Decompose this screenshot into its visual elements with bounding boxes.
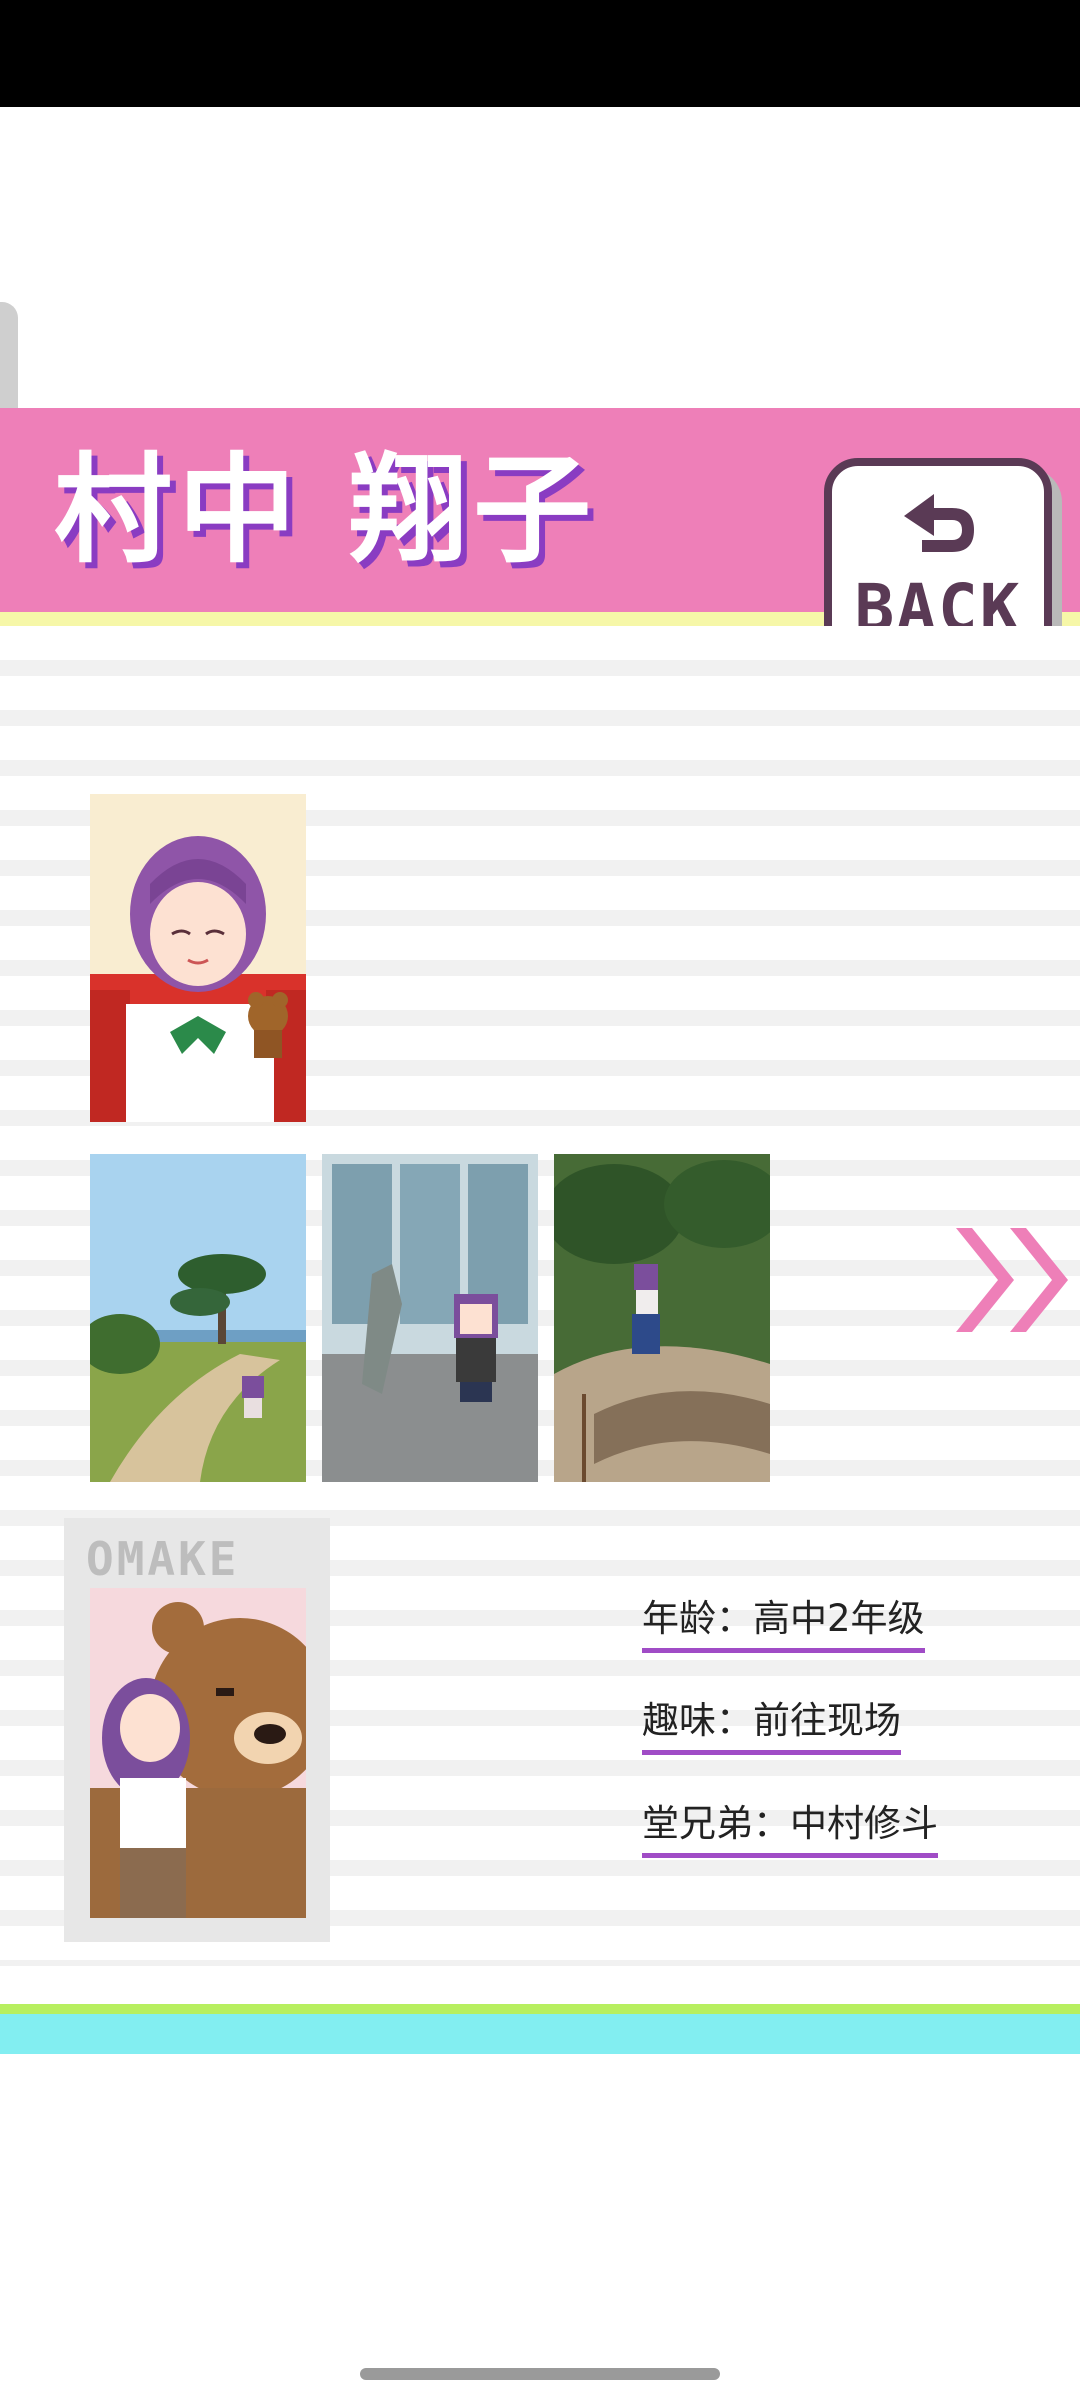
return-arrow-icon: [904, 494, 974, 552]
double-chevron-right-icon[interactable]: [956, 1228, 1074, 1332]
profile-hobby-value: 前往现场: [753, 1699, 901, 1742]
photo-glass-building: [322, 1154, 538, 1482]
photo-japanese-garden: [554, 1154, 770, 1482]
gallery-photo-seaside-path[interactable]: [90, 1154, 306, 1482]
profile-cousin-value: 中村修斗: [790, 1802, 938, 1845]
gallery-photo-garden[interactable]: [554, 1154, 770, 1482]
character-portrait[interactable]: [90, 794, 306, 1122]
photo-seaside-path: [90, 1154, 306, 1482]
gallery-photo-building[interactable]: [322, 1154, 538, 1482]
profile-cousin-label: 堂兄弟: [642, 1802, 753, 1845]
label-separator: ：: [716, 1699, 753, 1742]
label-separator: ：: [716, 1597, 753, 1640]
profile-cousin: 堂兄弟：中村修斗: [642, 1793, 938, 1858]
profile-age-value: 高中2年级: [753, 1597, 925, 1640]
profile-age-label: 年龄: [642, 1597, 716, 1640]
portrait-illustration: [90, 794, 306, 1122]
character-name: 村中 翔子: [54, 441, 598, 579]
label-separator: ：: [753, 1802, 790, 1845]
omake-illustration: [90, 1588, 306, 1918]
profile-hobby: 趣味：前往现场: [642, 1690, 901, 1755]
omake-card[interactable]: OMAKE: [64, 1518, 330, 1942]
status-bar: [0, 0, 1080, 107]
footer-cyan-stripe: [0, 2014, 1080, 2054]
footer-green-stripe: [0, 2004, 1080, 2014]
profile-hobby-label: 趣味: [642, 1699, 716, 1742]
profile-age: 年龄：高中2年级: [642, 1588, 925, 1653]
omake-bear-picture: [90, 1588, 306, 1918]
home-indicator[interactable]: [360, 2368, 720, 2380]
omake-label: OMAKE: [86, 1532, 240, 1586]
